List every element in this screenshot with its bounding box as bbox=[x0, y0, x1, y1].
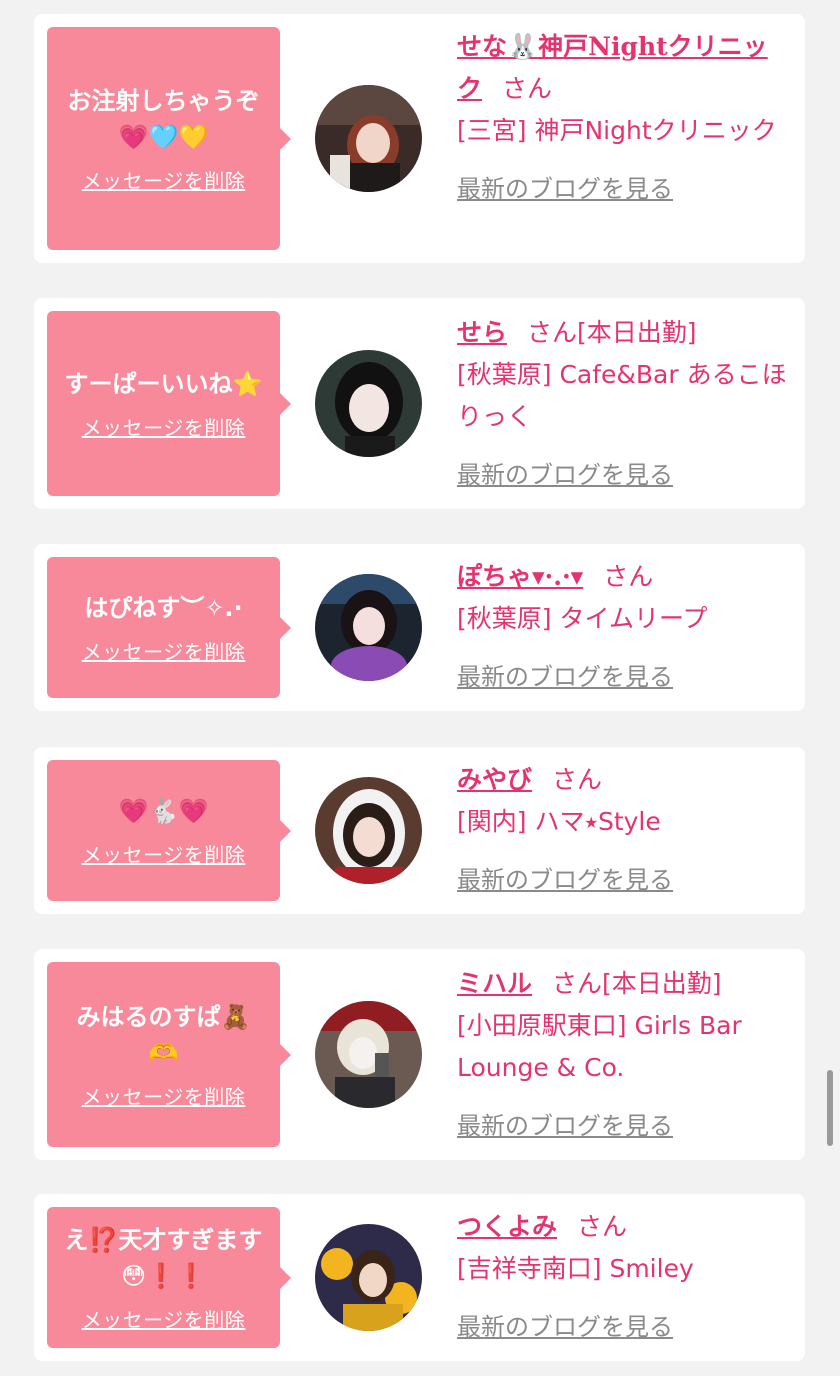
honorific: さん bbox=[552, 969, 603, 998]
delete-message-link[interactable]: メッセージを削除 bbox=[82, 636, 246, 665]
latest-blog-link[interactable]: 最新のブログを見る bbox=[457, 168, 792, 210]
avatar[interactable] bbox=[315, 85, 422, 192]
latest-blog-link[interactable]: 最新のブログを見る bbox=[457, 859, 792, 901]
avatar[interactable] bbox=[315, 1224, 422, 1331]
shop-info: [秋葉原] Cafe&Bar あるこほりっく bbox=[457, 360, 787, 431]
latest-blog-link[interactable]: 最新のブログを見る bbox=[457, 454, 792, 496]
delete-message-link[interactable]: メッセージを削除 bbox=[82, 412, 246, 441]
latest-blog-link[interactable]: 最新のブログを見る bbox=[457, 1306, 792, 1348]
delete-message-link[interactable]: メッセージを削除 bbox=[82, 165, 246, 194]
member-info: つくよみ さん [吉祥寺南口] Smiley 最新のブログを見る bbox=[457, 1206, 792, 1348]
message-text: みはるのすぱ🧸 🫶 bbox=[76, 1003, 251, 1067]
avatar-photo-icon bbox=[315, 777, 422, 884]
message-bubble: 💗🐇💗 メッセージを削除 bbox=[47, 760, 291, 901]
avatar[interactable] bbox=[315, 350, 422, 457]
honorific: さん bbox=[552, 765, 603, 794]
honorific: さん bbox=[577, 1212, 628, 1241]
shop-info: [関内] ハマ⭑Style bbox=[457, 807, 661, 836]
avatar-photo-icon bbox=[315, 350, 422, 457]
member-name-link[interactable]: みやび bbox=[457, 765, 532, 794]
avatar[interactable] bbox=[315, 777, 422, 884]
shop-info: [秋葉原] タイムリープ bbox=[457, 604, 708, 633]
shop-info: [吉祥寺南口] Smiley bbox=[457, 1254, 694, 1283]
shop-info: [三宮] 神戸Nightクリニック bbox=[457, 116, 777, 145]
message-text: 💗🐇💗 bbox=[118, 797, 209, 825]
member-info: ぽちゃ▾·.·▾ さん [秋葉原] タイムリープ 最新のブログを見る bbox=[457, 556, 792, 698]
member-name-link[interactable]: せら bbox=[457, 318, 507, 347]
message-bubble: お注射しちゃうぞ 💗🩵💛 メッセージを削除 bbox=[47, 27, 291, 250]
avatar-photo-icon bbox=[315, 85, 422, 192]
message-card: すーぱーいいね⭐️ メッセージを削除 せら さん[本日出勤] [秋葉原] Cafe… bbox=[34, 298, 805, 509]
message-text: え⁉️天才すぎます 😳❗️❗️ bbox=[64, 1226, 263, 1290]
message-bubble: みはるのすぱ🧸 🫶 メッセージを削除 bbox=[47, 962, 291, 1147]
message-card: はぴねす︶✧.· メッセージを削除 ぽちゃ▾·.·▾ さん [秋葉原] タイムリー… bbox=[34, 544, 805, 711]
message-card: え⁉️天才すぎます 😳❗️❗️ メッセージを削除 つくよみ さん [吉祥寺南口] … bbox=[34, 1194, 805, 1361]
avatar[interactable] bbox=[315, 1001, 422, 1108]
message-card: みはるのすぱ🧸 🫶 メッセージを削除 ミハル さん[本日出勤] [小田原駅東口] … bbox=[34, 949, 805, 1160]
latest-blog-link[interactable]: 最新のブログを見る bbox=[457, 1105, 792, 1147]
shop-info: [小田原駅東口] Girls Bar Lounge & Co. bbox=[457, 1011, 742, 1082]
member-name-link[interactable]: ぽちゃ▾·.·▾ bbox=[457, 562, 583, 591]
member-info: みやび さん [関内] ハマ⭑Style 最新のブログを見る bbox=[457, 759, 792, 901]
message-card: 💗🐇💗 メッセージを削除 みやび さん [関内] ハマ⭑Style 最新のブログを… bbox=[34, 747, 805, 914]
working-today-badge: [本日出勤] bbox=[577, 318, 697, 347]
avatar-photo-icon bbox=[315, 574, 422, 681]
message-text: お注射しちゃうぞ 💗🩵💛 bbox=[67, 87, 260, 151]
working-today-badge: [本日出勤] bbox=[602, 969, 722, 998]
member-name-link[interactable]: ミハル bbox=[457, 969, 532, 998]
message-card: お注射しちゃうぞ 💗🩵💛 メッセージを削除 せな🐰神戸Nightクリニック さん … bbox=[34, 14, 805, 263]
delete-message-link[interactable]: メッセージを削除 bbox=[82, 839, 246, 868]
member-info: ミハル さん[本日出勤] [小田原駅東口] Girls Bar Lounge & … bbox=[457, 963, 792, 1147]
member-name-link[interactable]: つくよみ bbox=[457, 1212, 557, 1241]
avatar-photo-icon bbox=[315, 1001, 422, 1108]
member-info: せな🐰神戸Nightクリニック さん [三宮] 神戸Nightクリニック 最新のブ… bbox=[457, 26, 792, 210]
member-info: せら さん[本日出勤] [秋葉原] Cafe&Bar あるこほりっく 最新のブログ… bbox=[457, 312, 792, 496]
message-text: すーぱーいいね⭐️ bbox=[64, 370, 263, 398]
honorific: さん bbox=[527, 318, 578, 347]
message-text: はぴねす︶✧.· bbox=[84, 594, 243, 622]
delete-message-link[interactable]: メッセージを削除 bbox=[82, 1081, 246, 1110]
message-bubble: はぴねす︶✧.· メッセージを削除 bbox=[47, 557, 291, 698]
avatar-photo-icon bbox=[315, 1224, 422, 1331]
avatar[interactable] bbox=[315, 574, 422, 681]
latest-blog-link[interactable]: 最新のブログを見る bbox=[457, 656, 792, 698]
honorific: さん bbox=[502, 74, 553, 103]
delete-message-link[interactable]: メッセージを削除 bbox=[82, 1304, 246, 1333]
scrollbar-thumb[interactable] bbox=[827, 1070, 833, 1146]
message-bubble: すーぱーいいね⭐️ メッセージを削除 bbox=[47, 311, 291, 496]
honorific: さん bbox=[603, 562, 654, 591]
message-bubble: え⁉️天才すぎます 😳❗️❗️ メッセージを削除 bbox=[47, 1207, 291, 1348]
